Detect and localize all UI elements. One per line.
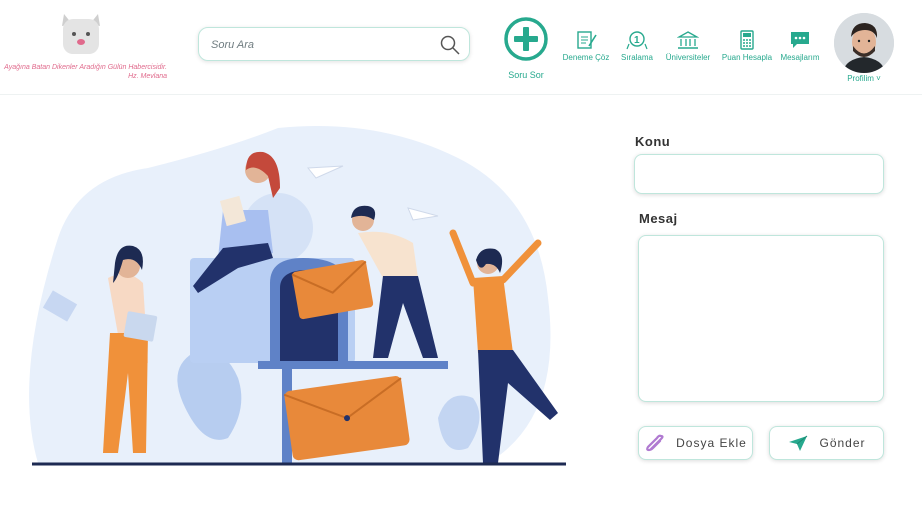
attach-file-button[interactable]: Dosya Ekle: [638, 426, 753, 460]
avatar[interactable]: [834, 13, 894, 73]
logo-icon: [62, 14, 100, 54]
header-quote: Ayağına Batan Dikenler Aradığın Gülün Ha…: [4, 64, 167, 80]
paperclip-icon: [646, 434, 664, 452]
search-box[interactable]: [198, 27, 470, 61]
ask-question-label: Soru Sor: [508, 70, 544, 80]
nav-siralama-label: Sıralama: [620, 53, 653, 62]
nav-universiteler-label: Üniversiteler: [665, 53, 711, 62]
header: Ayağına Batan Dikenler Aradığın Gülün Ha…: [0, 0, 922, 95]
nav-deneme-coz[interactable]: Deneme Çöz: [562, 30, 610, 62]
nav-puan-hesapla-label: Puan Hesapla: [721, 53, 773, 62]
message-icon: [791, 32, 809, 48]
calculator-icon: [740, 30, 754, 50]
nav-mesajlarim[interactable]: Mesajlarım: [778, 30, 822, 62]
nav-mesajlarim-label: Mesajlarım: [780, 53, 820, 62]
exam-icon: [577, 31, 597, 49]
profile-menu[interactable]: Profilim ˅: [834, 74, 894, 83]
illustration-mailbox: [18, 118, 578, 473]
message-field[interactable]: [638, 235, 884, 402]
plus-circle-icon[interactable]: [504, 17, 548, 61]
university-icon: [677, 31, 699, 49]
subject-label: Konu: [635, 134, 671, 149]
nav-universiteler[interactable]: Üniversiteler: [662, 30, 714, 62]
send-icon: [789, 435, 808, 451]
send-button[interactable]: Gönder: [769, 426, 884, 460]
logo[interactable]: [58, 10, 104, 56]
ranking-icon: 1: [626, 31, 648, 50]
svg-text:1: 1: [634, 35, 640, 46]
nav-siralama[interactable]: 1 Sıralama: [618, 30, 656, 62]
ask-question-button[interactable]: Soru Sor: [500, 17, 552, 80]
avatar-image: [834, 13, 894, 73]
search-icon[interactable]: [440, 35, 460, 55]
subject-field[interactable]: [634, 154, 884, 194]
message-label: Mesaj: [639, 211, 678, 226]
nav-puan-hesapla[interactable]: Puan Hesapla: [720, 30, 774, 62]
send-label: Gönder: [819, 436, 866, 450]
illustration-image: [29, 126, 566, 466]
attach-file-label: Dosya Ekle: [676, 436, 747, 450]
search-input[interactable]: [209, 34, 433, 56]
nav-deneme-coz-label: Deneme Çöz: [562, 53, 610, 62]
